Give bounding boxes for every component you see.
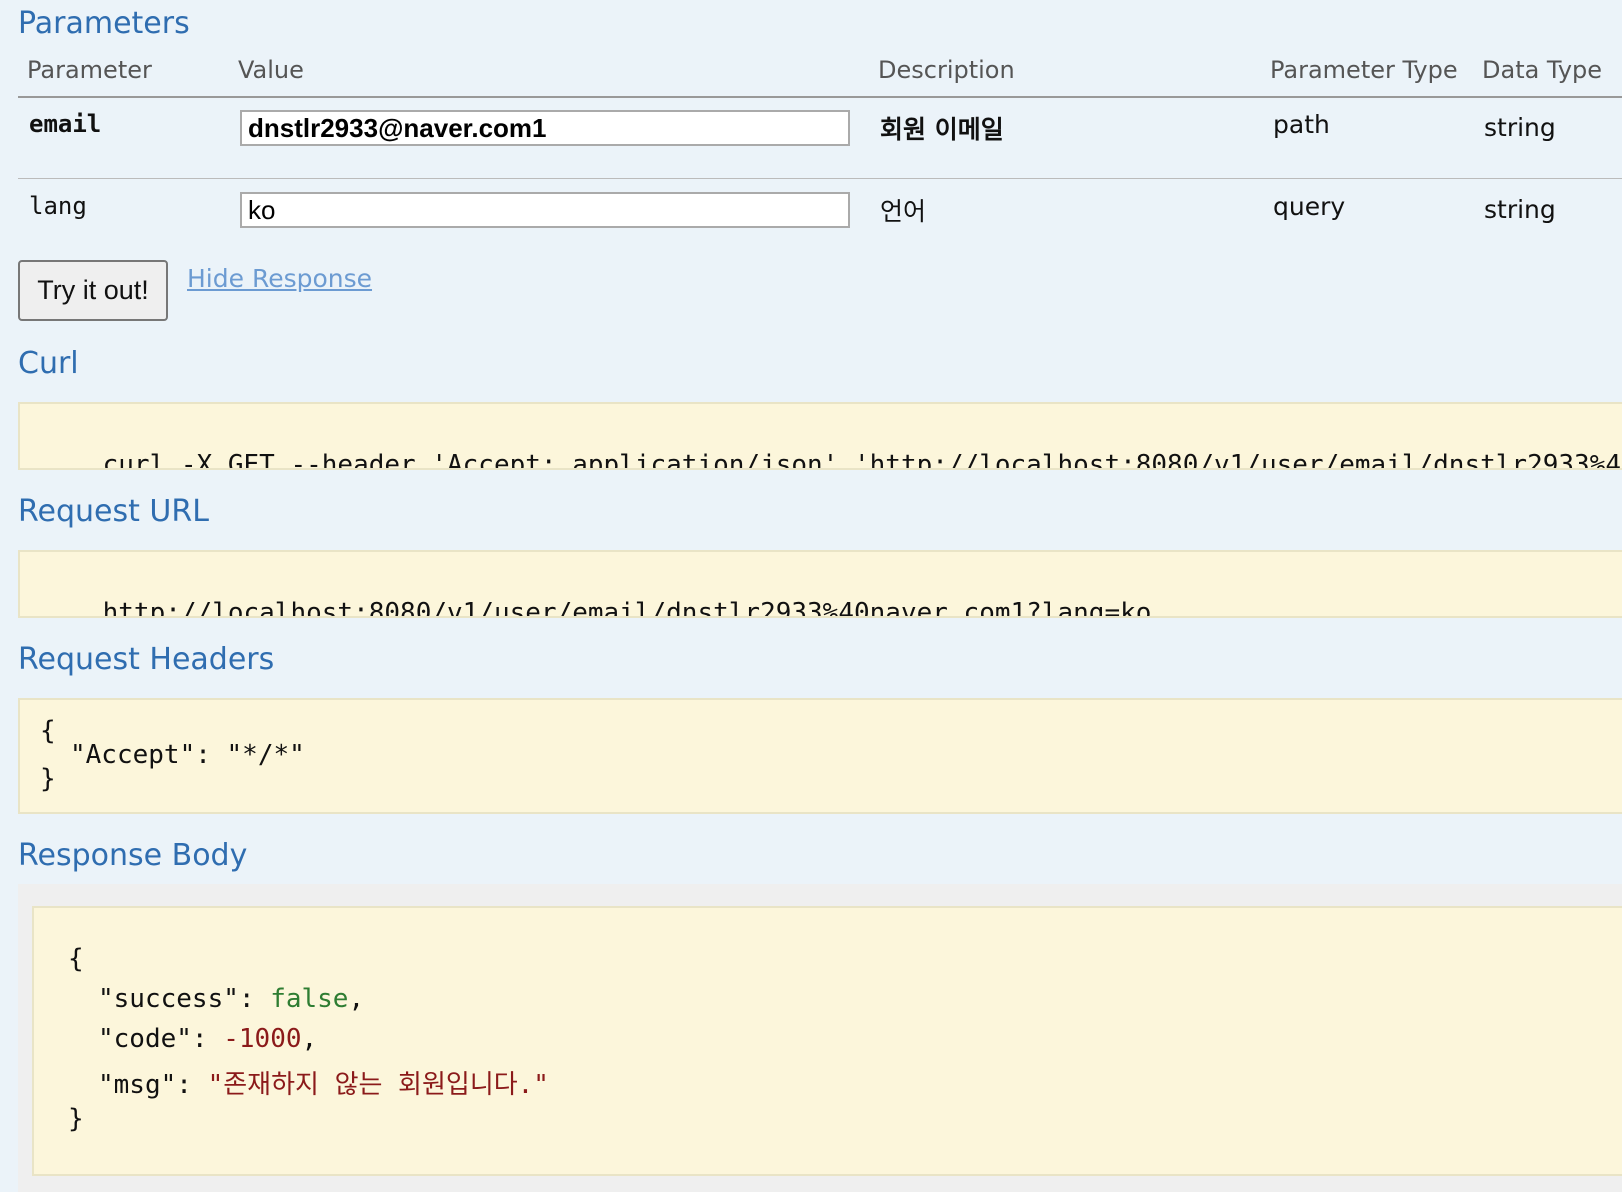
body-msg-line: "msg": "존재하지 않는 회원입니다." — [98, 1064, 549, 1101]
headers-open-brace: { — [40, 716, 56, 746]
response-body-heading: Response Body — [18, 838, 248, 873]
table-header-divider — [18, 96, 1622, 98]
email-value-input[interactable] — [240, 110, 850, 146]
col-header-value: Value — [238, 56, 304, 84]
lang-value-input[interactable] — [240, 192, 850, 228]
request-url-text: http://localhost:8080/v1/user/email/dnst… — [102, 598, 1152, 618]
curl-command-text: curl -X GET --header 'Accept: applicatio… — [102, 450, 1622, 470]
table-row-divider — [18, 178, 1622, 179]
swagger-operation-panel: Parameters Parameter Value Description P… — [0, 0, 1622, 1192]
body-code-line: "code": -1000, — [98, 1024, 317, 1054]
body-success-comma: , — [348, 984, 365, 1014]
param-description-email: 회원 이메일 — [880, 115, 1004, 144]
body-success-line: "success": false, — [98, 984, 364, 1014]
body-code-comma: , — [301, 1024, 318, 1054]
body-code-key: "code": — [98, 1024, 224, 1054]
col-header-parameter: Parameter — [27, 56, 152, 84]
curl-command-block[interactable]: curl -X GET --header 'Accept: applicatio… — [18, 402, 1622, 470]
col-header-description: Description — [878, 56, 1015, 84]
body-success-value: false — [270, 984, 349, 1014]
headers-accept-line: "Accept": "*/*" — [70, 740, 305, 770]
col-header-data-type: Data Type — [1482, 56, 1603, 84]
body-close-brace: } — [68, 1104, 84, 1134]
data-type-email: string — [1484, 113, 1556, 142]
body-success-key: "success": — [98, 984, 271, 1014]
param-description-lang: 언어 — [880, 197, 927, 226]
body-msg-key: "msg": — [98, 1070, 208, 1100]
try-it-out-button[interactable]: Try it out! — [18, 260, 168, 321]
param-name-lang: lang — [29, 192, 87, 220]
response-body-block[interactable]: { "success": false, "code": -1000, "msg"… — [32, 906, 1622, 1176]
parameters-heading: Parameters — [18, 6, 190, 41]
body-code-value: -1000 — [223, 1024, 302, 1054]
request-headers-block[interactable]: { "Accept": "*/*" } — [18, 698, 1622, 814]
request-headers-heading: Request Headers — [18, 642, 275, 677]
data-type-lang: string — [1484, 195, 1556, 224]
headers-close-brace: } — [40, 764, 56, 794]
param-name-email: email — [29, 110, 102, 138]
hide-response-link[interactable]: Hide Response — [187, 264, 372, 293]
body-open-brace: { — [68, 944, 84, 974]
curl-heading: Curl — [18, 346, 79, 381]
request-url-block[interactable]: http://localhost:8080/v1/user/email/dnst… — [18, 550, 1622, 618]
param-type-email: path — [1273, 110, 1330, 139]
col-header-parameter-type: Parameter Type — [1270, 56, 1458, 84]
request-url-heading: Request URL — [18, 494, 209, 529]
param-type-lang: query — [1273, 192, 1346, 221]
body-msg-value: "존재하지 않는 회원입니다." — [207, 1070, 549, 1100]
